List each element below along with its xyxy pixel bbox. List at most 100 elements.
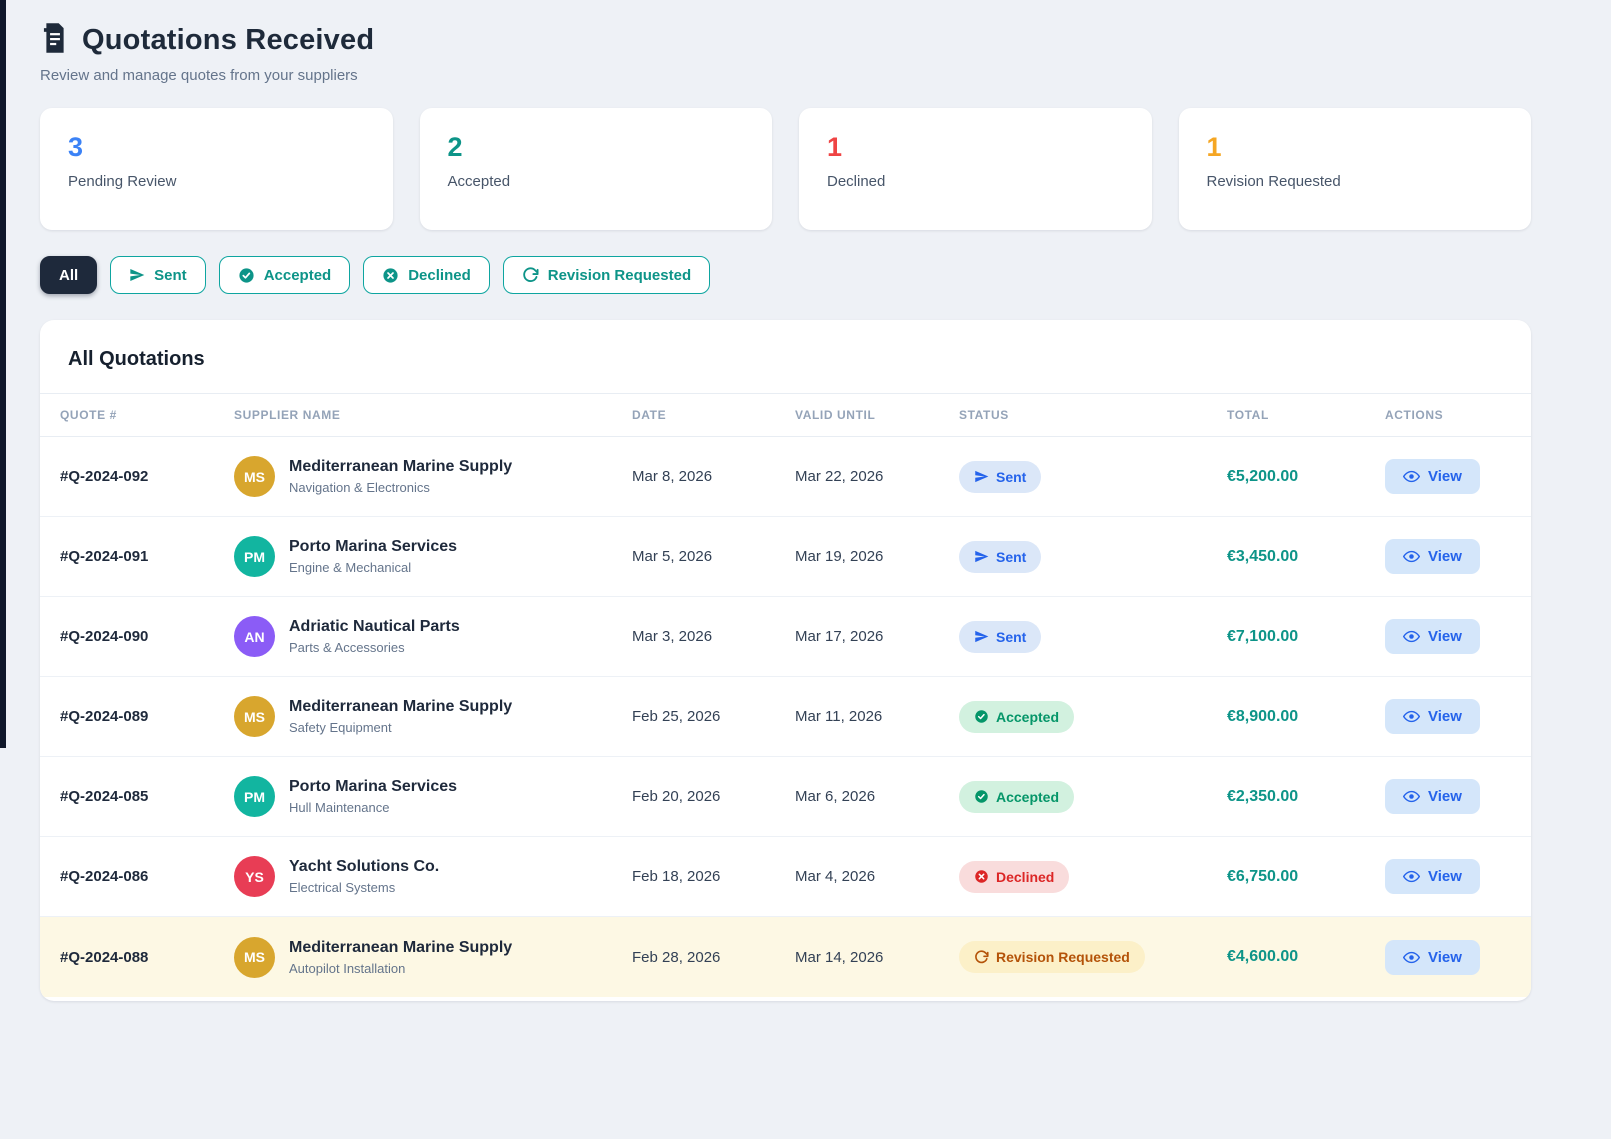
column-header-date: Date: [632, 408, 795, 422]
filter-bar: All Sent Accepted Declined Revision Requ…: [40, 256, 1531, 294]
supplier-category: Engine & Mechanical: [289, 560, 457, 575]
quote-date: Feb 25, 2026: [632, 708, 795, 725]
supplier-category: Safety Equipment: [289, 720, 512, 735]
supplier-category: Parts & Accessories: [289, 640, 460, 655]
eye-icon: [1403, 628, 1420, 645]
quote-total: €7,100.00: [1227, 628, 1385, 646]
quote-date: Mar 3, 2026: [632, 628, 795, 645]
quote-date: Feb 20, 2026: [632, 788, 795, 805]
quote-total: €8,900.00: [1227, 708, 1385, 726]
status-badge: Accepted: [959, 781, 1074, 813]
quote-date: Mar 8, 2026: [632, 468, 795, 485]
stat-value: 3: [68, 132, 365, 163]
quote-date: Feb 18, 2026: [632, 868, 795, 885]
view-button[interactable]: View: [1385, 459, 1480, 494]
send-icon: [974, 629, 989, 644]
quote-number: #Q-2024-089: [60, 708, 234, 725]
valid-until-date: Mar 22, 2026: [795, 468, 959, 485]
quote-number: #Q-2024-086: [60, 868, 234, 885]
view-button[interactable]: View: [1385, 859, 1480, 894]
quote-number: #Q-2024-091: [60, 548, 234, 565]
supplier-avatar: PM: [234, 536, 275, 577]
filter-revision-requested-button[interactable]: Revision Requested: [503, 256, 710, 294]
view-button[interactable]: View: [1385, 539, 1480, 574]
supplier-name: Porto Marina Services: [289, 778, 457, 796]
valid-until-date: Mar 17, 2026: [795, 628, 959, 645]
column-header-total: Total: [1227, 408, 1385, 422]
supplier-name: Porto Marina Services: [289, 538, 457, 556]
check-circle-icon: [238, 267, 255, 284]
status-badge: Sent: [959, 621, 1041, 653]
eye-icon: [1403, 949, 1420, 966]
view-button[interactable]: View: [1385, 779, 1480, 814]
status-badge: Accepted: [959, 701, 1074, 733]
column-header-actions: Actions: [1385, 408, 1531, 422]
table-row: #Q-2024-090 AN Adriatic Nautical Parts P…: [40, 597, 1531, 677]
x-circle-icon: [974, 869, 989, 884]
stat-card-declined: 1 Declined: [799, 108, 1152, 230]
stat-value: 2: [448, 132, 745, 163]
stat-card-accepted: 2 Accepted: [420, 108, 773, 230]
valid-until-date: Mar 19, 2026: [795, 548, 959, 565]
quotations-table-card: All Quotations Quote # Supplier Name Dat…: [40, 320, 1531, 1001]
supplier-avatar: MS: [234, 696, 275, 737]
supplier-name: Mediterranean Marine Supply: [289, 458, 512, 476]
stat-label: Accepted: [448, 173, 745, 190]
page-subtitle: Review and manage quotes from your suppl…: [40, 67, 1531, 84]
supplier-avatar: AN: [234, 616, 275, 657]
quote-number: #Q-2024-090: [60, 628, 234, 645]
supplier-category: Autopilot Installation: [289, 961, 512, 976]
filter-declined-button[interactable]: Declined: [363, 256, 490, 294]
supplier-cell: PM Porto Marina Services Hull Maintenanc…: [234, 776, 632, 817]
status-badge: Sent: [959, 461, 1041, 493]
stat-label: Revision Requested: [1207, 173, 1504, 190]
supplier-cell: AN Adriatic Nautical Parts Parts & Acces…: [234, 616, 632, 657]
column-header-valid-until: Valid Until: [795, 408, 959, 422]
valid-until-date: Mar 6, 2026: [795, 788, 959, 805]
supplier-avatar: PM: [234, 776, 275, 817]
table-row: #Q-2024-092 MS Mediterranean Marine Supp…: [40, 437, 1531, 517]
quote-total: €5,200.00: [1227, 468, 1385, 486]
view-button[interactable]: View: [1385, 699, 1480, 734]
sidebar-edge: [0, 0, 6, 748]
status-badge: Declined: [959, 861, 1069, 893]
quote-date: Mar 5, 2026: [632, 548, 795, 565]
valid-until-date: Mar 11, 2026: [795, 708, 959, 725]
page-header: Quotations Received Review and manage qu…: [40, 22, 1531, 84]
supplier-name: Mediterranean Marine Supply: [289, 939, 512, 957]
eye-icon: [1403, 708, 1420, 725]
table-row: #Q-2024-085 PM Porto Marina Services Hul…: [40, 757, 1531, 837]
refresh-icon: [974, 950, 989, 965]
send-icon: [974, 549, 989, 564]
stat-card-revision-requested: 1 Revision Requested: [1179, 108, 1532, 230]
supplier-cell: YS Yacht Solutions Co. Electrical System…: [234, 856, 632, 897]
valid-until-date: Mar 4, 2026: [795, 868, 959, 885]
table-header-row: Quote # Supplier Name Date Valid Until S…: [40, 393, 1531, 437]
view-button[interactable]: View: [1385, 619, 1480, 654]
quotations-document-icon: [40, 22, 70, 59]
stat-label: Declined: [827, 173, 1124, 190]
stat-card-pending-review: 3 Pending Review: [40, 108, 393, 230]
supplier-cell: PM Porto Marina Services Engine & Mechan…: [234, 536, 632, 577]
supplier-avatar: MS: [234, 937, 275, 978]
send-icon: [974, 469, 989, 484]
supplier-name: Yacht Solutions Co.: [289, 858, 439, 876]
supplier-cell: MS Mediterranean Marine Supply Navigatio…: [234, 456, 632, 497]
filter-all-button[interactable]: All: [40, 256, 97, 294]
supplier-cell: MS Mediterranean Marine Supply Autopilot…: [234, 937, 632, 978]
quote-total: €6,750.00: [1227, 868, 1385, 886]
filter-sent-button[interactable]: Sent: [110, 256, 206, 294]
x-circle-icon: [382, 267, 399, 284]
send-icon: [129, 267, 145, 283]
supplier-name: Mediterranean Marine Supply: [289, 698, 512, 716]
check-circle-icon: [974, 789, 989, 804]
quote-total: €2,350.00: [1227, 788, 1385, 806]
status-badge: Revision Requested: [959, 941, 1145, 973]
valid-until-date: Mar 14, 2026: [795, 949, 959, 966]
table-row: #Q-2024-088 MS Mediterranean Marine Supp…: [40, 917, 1531, 997]
stat-value: 1: [827, 132, 1124, 163]
quote-number: #Q-2024-092: [60, 468, 234, 485]
filter-accepted-button[interactable]: Accepted: [219, 256, 351, 294]
view-button[interactable]: View: [1385, 940, 1480, 975]
table-row: #Q-2024-089 MS Mediterranean Marine Supp…: [40, 677, 1531, 757]
